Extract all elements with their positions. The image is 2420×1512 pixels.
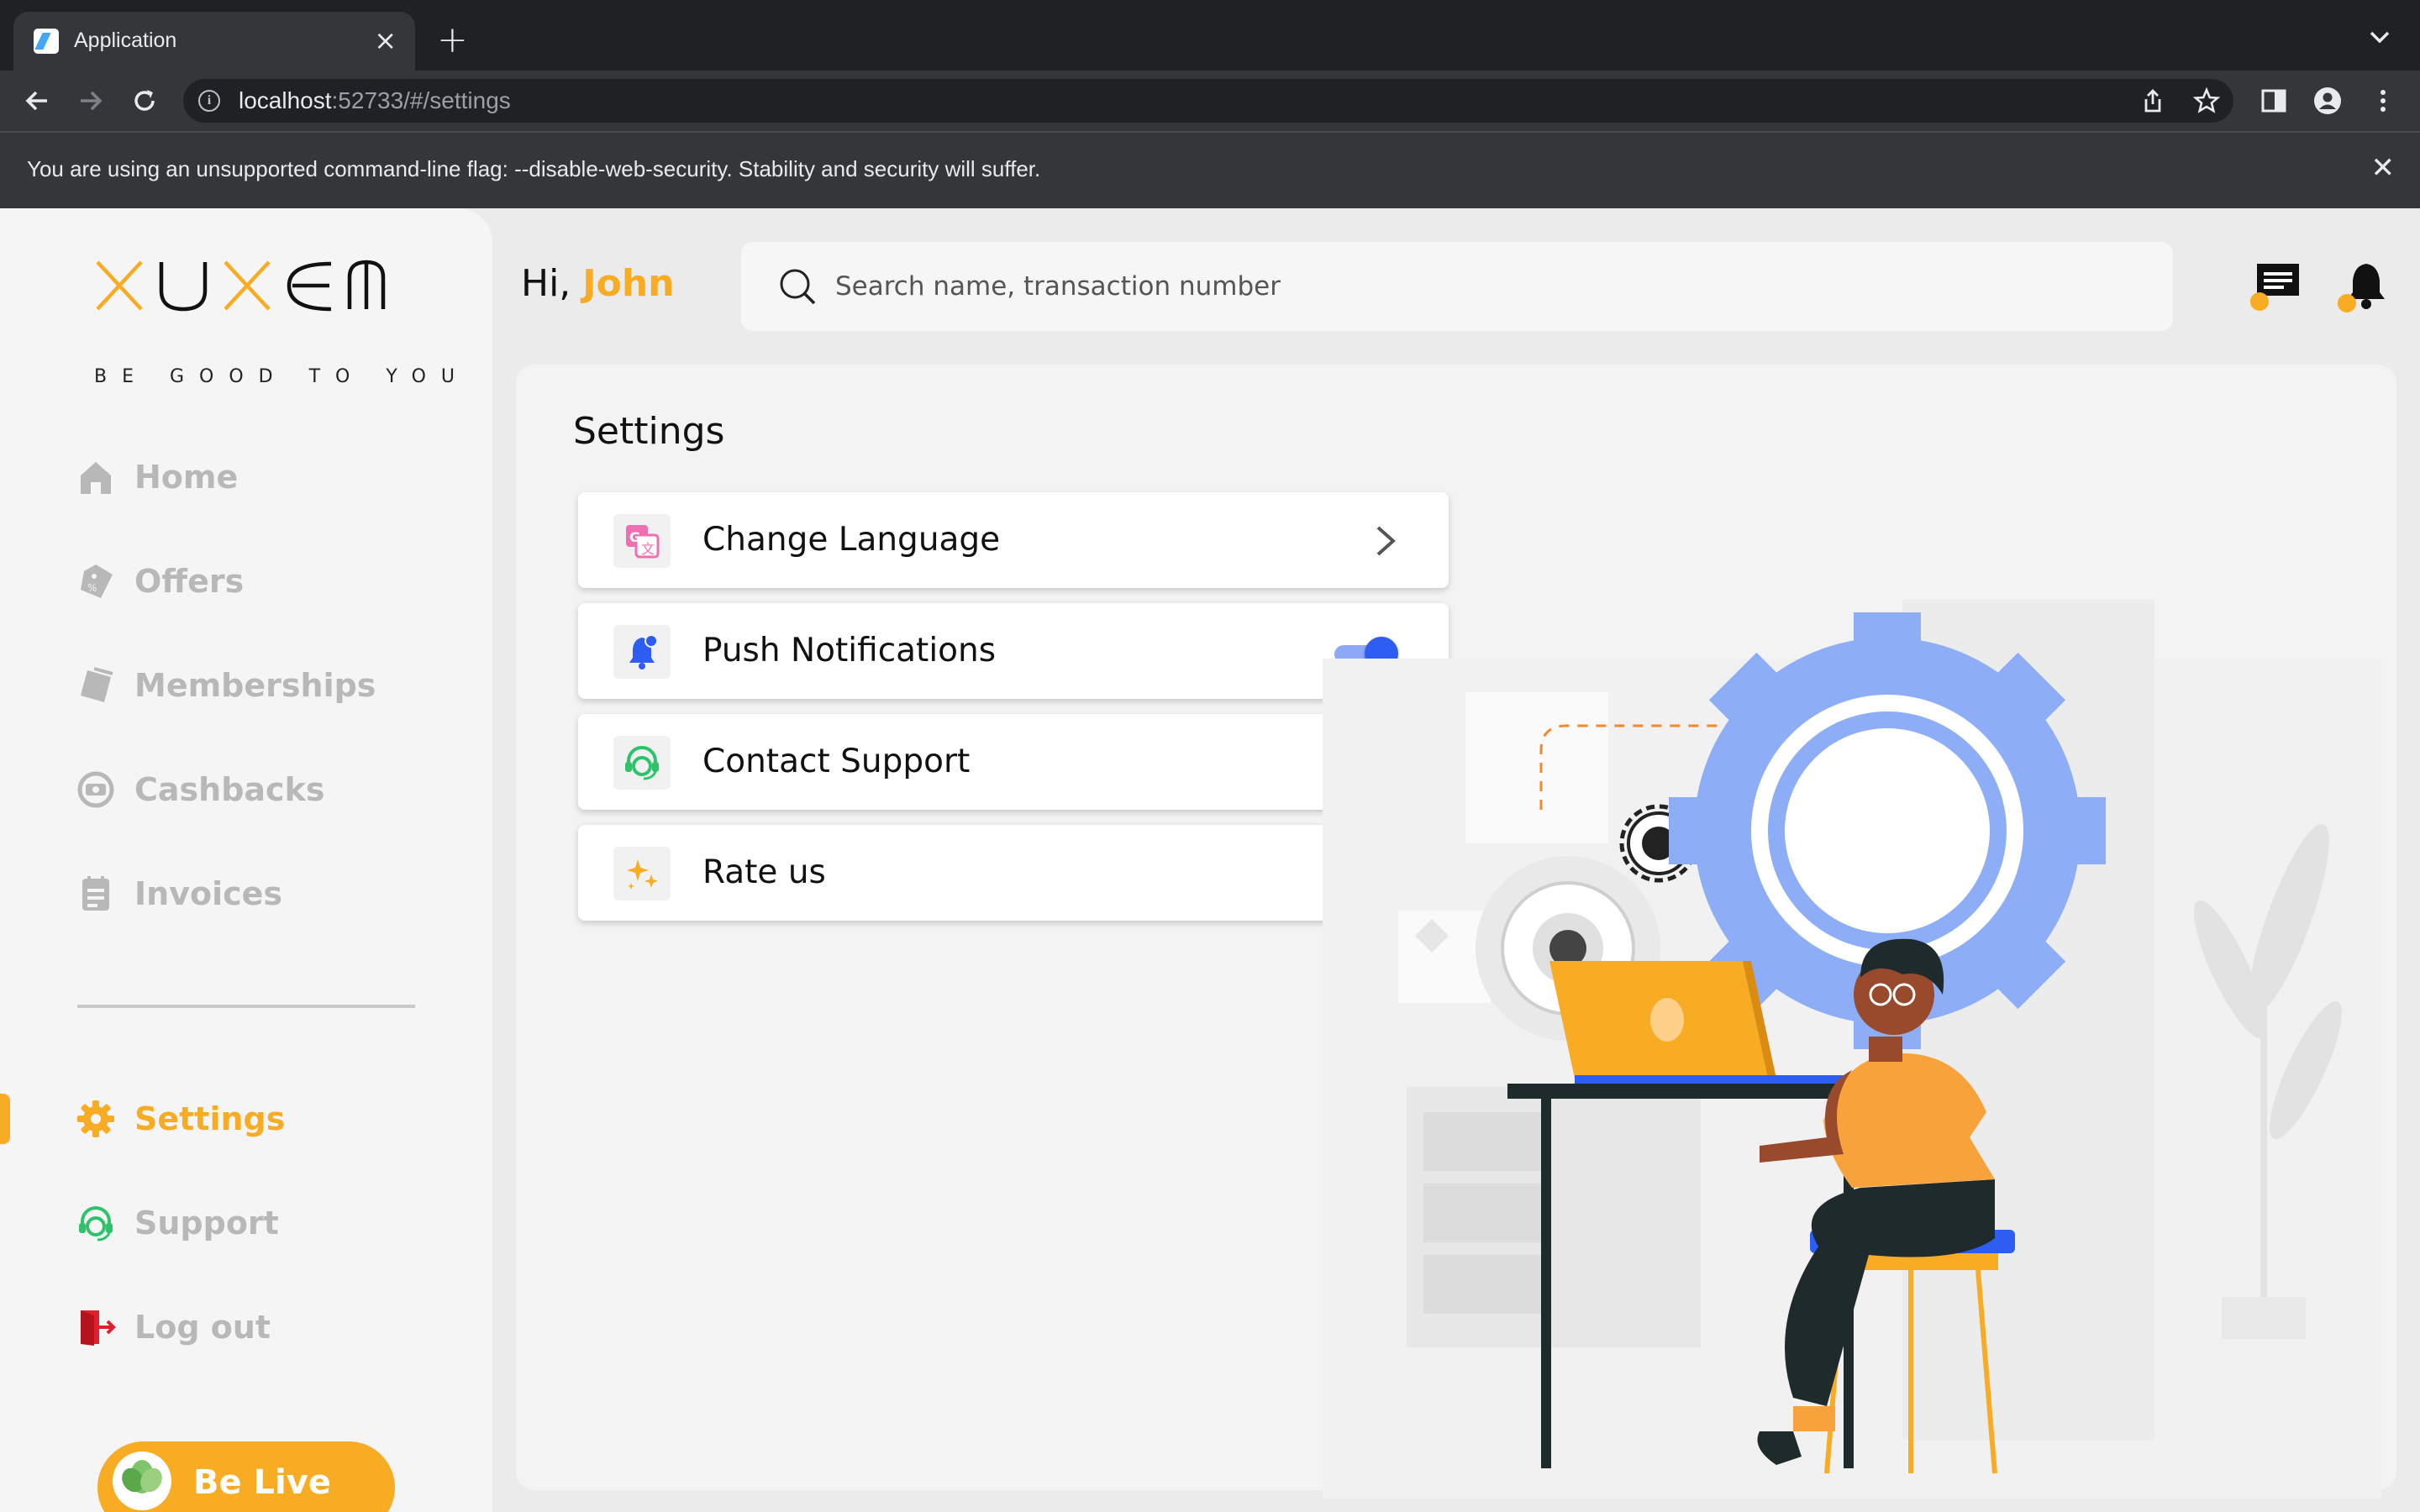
chevron-right-icon bbox=[1376, 526, 1397, 556]
browser-tab-bar: Application × + bbox=[0, 0, 2420, 71]
sidebar-item-label: Settings bbox=[134, 1100, 286, 1137]
messages-button[interactable] bbox=[2250, 259, 2304, 312]
be-live-button[interactable]: Be Live bbox=[97, 1441, 395, 1512]
settings-illustration bbox=[1323, 600, 2381, 1499]
logo-tagline: BE GOOD TO YOU bbox=[94, 366, 471, 387]
logout-icon bbox=[76, 1307, 116, 1347]
infobar-message: You are using an unsupported command-lin… bbox=[27, 156, 1041, 181]
setting-label: Push Notifications bbox=[702, 632, 997, 669]
tab-search-chevron-icon[interactable] bbox=[2365, 22, 2395, 52]
back-arrow-icon[interactable] bbox=[18, 82, 55, 119]
settings-panel: Settings G文 Change Language Push Notific… bbox=[516, 365, 2396, 1499]
sidebar: BE GOOD TO YOU Home % Offers Memberships bbox=[0, 208, 492, 1512]
sidebar-item-settings[interactable]: Settings bbox=[76, 1094, 285, 1144]
svg-text:文: 文 bbox=[641, 541, 655, 557]
membership-card-icon bbox=[76, 665, 116, 706]
search-bar[interactable] bbox=[741, 242, 2173, 331]
url-text: localhost:52733/#/settings bbox=[239, 87, 511, 113]
greeting: Hi, John bbox=[521, 262, 675, 305]
setting-label: Contact Support bbox=[702, 743, 971, 780]
page-title: Settings bbox=[573, 410, 725, 453]
notifications-button[interactable] bbox=[2338, 259, 2393, 312]
infobar-close-icon[interactable]: ✕ bbox=[2371, 151, 2396, 185]
support-agent-icon bbox=[613, 736, 671, 790]
new-tab-icon[interactable]: + bbox=[437, 18, 468, 62]
svg-text:%: % bbox=[87, 582, 97, 594]
tab-title: Application bbox=[74, 29, 177, 52]
active-indicator bbox=[0, 1094, 10, 1144]
sidebar-item-label: Invoices bbox=[134, 875, 283, 912]
address-bar[interactable]: i localhost:52733/#/settings bbox=[183, 79, 2233, 123]
sidebar-item-support[interactable]: Support bbox=[76, 1198, 279, 1248]
setting-contact-support[interactable]: Contact Support bbox=[578, 714, 1449, 810]
user-name: John bbox=[582, 262, 675, 305]
xuxem-logo[interactable]: BE GOOD TO YOU bbox=[94, 257, 455, 387]
flutter-favicon-icon bbox=[34, 29, 59, 54]
sidebar-item-label: Home bbox=[134, 459, 239, 496]
sidebar-item-label: Offers bbox=[134, 563, 245, 600]
bookmark-star-icon[interactable] bbox=[2191, 86, 2222, 116]
svg-text:G: G bbox=[629, 529, 640, 545]
profile-avatar-icon[interactable] bbox=[2312, 86, 2343, 116]
sidebar-item-invoices[interactable]: Invoices bbox=[76, 869, 282, 919]
gear-icon bbox=[76, 1099, 116, 1139]
sidebar-item-logout[interactable]: Log out bbox=[76, 1302, 271, 1352]
browser-tab[interactable]: Application × bbox=[13, 12, 415, 71]
be-live-logo-icon bbox=[113, 1452, 171, 1510]
be-live-label: Be Live bbox=[193, 1463, 331, 1502]
forward-arrow-icon[interactable] bbox=[72, 82, 109, 119]
setting-change-language[interactable]: G文 Change Language bbox=[578, 492, 1449, 588]
site-info-icon[interactable]: i bbox=[198, 90, 220, 112]
notification-bell-icon bbox=[613, 625, 671, 679]
sidebar-item-offers[interactable]: % Offers bbox=[76, 556, 244, 606]
search-icon bbox=[780, 269, 816, 305]
sidebar-item-label: Cashbacks bbox=[134, 771, 325, 808]
invoice-icon bbox=[76, 874, 116, 914]
notifications-badge-dot bbox=[2338, 294, 2356, 312]
logo-wordmark-icon bbox=[96, 260, 386, 312]
sidebar-item-cashbacks[interactable]: Cashbacks bbox=[76, 764, 324, 815]
warning-infobar: You are using an unsupported command-lin… bbox=[0, 131, 2420, 208]
messages-badge-dot bbox=[2250, 292, 2269, 311]
app-root: BE GOOD TO YOU Home % Offers Memberships bbox=[0, 208, 2420, 1512]
sidebar-item-home[interactable]: Home bbox=[76, 452, 238, 502]
kebab-menu-icon[interactable] bbox=[2368, 86, 2398, 116]
browser-toolbar: i localhost:52733/#/settings bbox=[0, 71, 2420, 131]
sidebar-divider bbox=[77, 1005, 415, 1008]
support-agent-icon bbox=[76, 1203, 116, 1243]
tab-close-icon[interactable]: × bbox=[374, 24, 397, 57]
tag-icon: % bbox=[76, 561, 116, 601]
sidebar-item-label: Support bbox=[134, 1205, 279, 1242]
setting-label: Rate us bbox=[702, 853, 826, 891]
share-icon[interactable] bbox=[2138, 86, 2168, 116]
sidebar-item-label: Log out bbox=[134, 1309, 271, 1346]
setting-push-notifications[interactable]: Push Notifications bbox=[578, 603, 1449, 699]
setting-rate-us[interactable]: Rate us bbox=[578, 825, 1449, 921]
side-panel-icon[interactable] bbox=[2259, 86, 2289, 116]
home-icon bbox=[76, 457, 116, 497]
sparkles-icon bbox=[613, 847, 671, 900]
cashback-icon bbox=[76, 769, 116, 810]
translate-icon: G文 bbox=[613, 514, 671, 568]
setting-label: Change Language bbox=[702, 521, 1001, 559]
reload-icon[interactable] bbox=[126, 82, 163, 119]
sidebar-item-label: Memberships bbox=[134, 667, 376, 704]
sidebar-item-memberships[interactable]: Memberships bbox=[76, 660, 376, 711]
search-input[interactable] bbox=[835, 267, 2129, 306]
